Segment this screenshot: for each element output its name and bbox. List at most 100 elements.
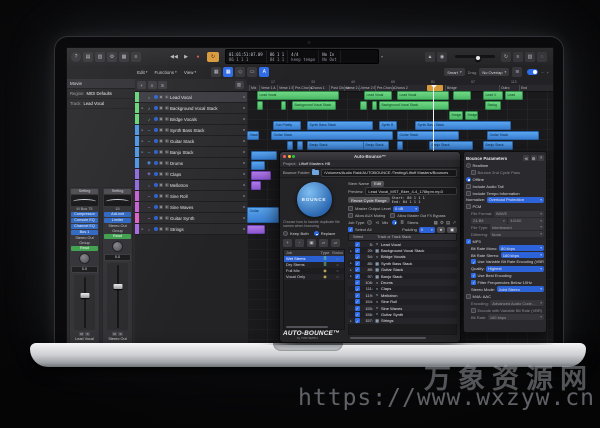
track-mute-button[interactable]: M <box>159 183 163 187</box>
track-header-row[interactable]: ▸ ~ M S Synth Bass Stack <box>135 125 247 136</box>
track-solo-button[interactable]: S <box>164 183 169 187</box>
region[interactable] <box>251 171 271 180</box>
reuse-cycle-range-button[interactable]: Reuse Cycle Range <box>348 197 390 203</box>
mixer-toggle-icon[interactable]: ≡ <box>131 51 141 62</box>
padding-apply-button[interactable]: ▣ <box>447 226 457 233</box>
job-row[interactable]: Full Mix ◉ ○ <box>284 268 344 274</box>
region[interactable]: Synth B <box>379 121 397 130</box>
plugin-slot[interactable]: Compressor <box>71 212 98 217</box>
param-checkbox[interactable] <box>471 280 476 285</box>
automation-icon[interactable]: A <box>259 67 270 77</box>
param-checkbox[interactable] <box>466 190 471 196</box>
rewind-icon[interactable]: ◀◀ <box>169 52 179 62</box>
track-mute-button[interactable]: M <box>159 139 163 143</box>
region[interactable]: Guitar Stack <box>271 131 393 140</box>
folder-icon[interactable] <box>312 168 320 175</box>
param-select[interactable]: 24-Bit ▾ <box>471 217 507 224</box>
bounce-track-row[interactable]: ▸89:▦Guitar Stack <box>348 266 457 273</box>
track-solo-button[interactable]: S <box>164 216 169 220</box>
menu-edit[interactable]: Edit ▾ <box>137 70 148 75</box>
job-row[interactable]: Wet Stems ≣ ○ <box>284 255 344 262</box>
param-checkbox[interactable] <box>466 204 471 210</box>
lcd-chevron-icon[interactable]: ▾ <box>379 54 385 59</box>
bounce-track-checkbox[interactable] <box>354 305 360 311</box>
lcd-value[interactable]: No Out <box>322 57 336 62</box>
track-sort-icon[interactable]: ▥ <box>234 81 244 89</box>
padding-stepper[interactable]: 0 ▾ <box>418 226 435 233</box>
automation-mode-button[interactable]: Read <box>104 234 131 239</box>
replace-radio[interactable] <box>313 231 319 237</box>
input-monitor-icon[interactable] <box>153 139 158 143</box>
track-mute-button[interactable]: M <box>159 205 163 209</box>
bounce-track-row[interactable]: 155:≈Sine Waves <box>348 304 457 312</box>
lcd-section-2[interactable]: 4/4 keep tempo <box>288 50 320 63</box>
strip-group-label[interactable]: Group <box>71 241 98 245</box>
region[interactable] <box>251 151 277 160</box>
job-row[interactable]: Dry Stems ≣ ○ <box>284 261 344 268</box>
track-header-row[interactable]: ◈ M S Claps <box>135 169 247 180</box>
strip-group-label[interactable]: Group <box>104 229 131 233</box>
toolbox-icon[interactable]: ⚙ <box>107 51 117 62</box>
input-monitor-icon[interactable] <box>153 216 158 220</box>
track-header-row[interactable]: ▸ ~ M S Guitar Stack <box>135 136 247 147</box>
job-list-scrollbar[interactable] <box>286 325 328 328</box>
bounce-track-row[interactable]: 106:≈Drums <box>348 279 457 286</box>
track-mute-button[interactable]: M <box>159 106 163 110</box>
smart-controls-icon[interactable]: ▦ <box>119 51 129 62</box>
region[interactable] <box>397 141 403 150</box>
bounce-track-checkbox[interactable] <box>354 254 360 260</box>
region[interactable]: Synth Bass Stack <box>415 121 511 130</box>
track-header-row[interactable]: ◉ M S Drums <box>135 158 247 169</box>
param-select[interactable]: Highest ▾ <box>486 265 544 272</box>
track-mute-button[interactable]: M <box>159 194 163 198</box>
bounce-track-checkbox[interactable] <box>354 318 360 324</box>
lcd-display[interactable]: 01:01:51:07.09 86 1 1 1 86 1 1 84 1 1 4/4 kee… <box>225 49 379 64</box>
track-mute-button[interactable]: M <box>159 128 163 132</box>
strip-output-label[interactable]: Stereo Out <box>104 224 131 228</box>
region[interactable]: Bridge V <box>449 111 463 120</box>
master-level-select[interactable]: 0 dB ▾ <box>393 205 420 212</box>
input-monitor-icon[interactable] <box>153 194 158 198</box>
metronome-icon[interactable]: ▲ <box>425 51 435 62</box>
edit-stem-name-button[interactable]: Edit <box>371 180 385 187</box>
section-marker[interactable]: Mix <box>249 85 256 91</box>
track-header-row[interactable]: ~ M S Sine Waves <box>135 202 247 213</box>
bounce-track-checkbox[interactable] <box>354 273 360 279</box>
list-editors-icon[interactable]: ≡ <box>513 51 523 62</box>
region[interactable] <box>251 181 261 190</box>
bounce-track-row[interactable]: 111:≈Claps <box>348 285 457 293</box>
eq-thumbnail[interactable] <box>71 195 98 206</box>
bounce-track-checkbox[interactable] <box>354 280 360 285</box>
master-output-level-checkbox[interactable] <box>348 206 353 211</box>
region[interactable]: Stack <box>247 131 259 140</box>
region[interactable]: Background Vocal Stack <box>292 101 336 110</box>
strip-output-label[interactable]: Stereo Out <box>71 236 98 240</box>
track-mute-button[interactable]: M <box>159 95 163 99</box>
param-select[interactable]: Joint Stereo ▾ <box>496 286 544 293</box>
route-icon[interactable]: ↗ <box>452 220 456 226</box>
track-header-row[interactable]: ♪ M S Bridge Vocals <box>135 114 247 125</box>
search-icon[interactable]: ◌ <box>537 51 547 62</box>
bounce-folder-path[interactable]: /Volumes/Audio Raid/AUTOBOUNCE /Testing/… <box>321 168 457 177</box>
param-checkbox[interactable] <box>471 259 476 265</box>
region[interactable]: Bridge V <box>465 111 478 120</box>
bounce-track-row[interactable]: 154:≈Sine Roll <box>348 298 457 305</box>
param-select[interactable]: Advanced Audio Code... ▾ <box>490 300 544 307</box>
region[interactable]: Lead Vocal <box>397 91 449 100</box>
region[interactable]: Synth Bass Stack <box>307 121 373 130</box>
marquee-tool-icon[interactable]: ▭ <box>247 67 258 77</box>
region[interactable] <box>453 91 471 100</box>
job-type-mix-radio[interactable] <box>367 220 373 225</box>
region[interactable]: Background Vocal Stack <box>379 101 449 110</box>
input-monitor-icon[interactable] <box>153 95 158 99</box>
strip-io-label[interactable]: M Bus 75 <box>71 207 98 211</box>
param-checkbox[interactable] <box>471 307 476 313</box>
bounce-table-scrollbar[interactable] <box>350 337 427 339</box>
input-monitor-icon[interactable] <box>153 128 158 132</box>
lcd-value[interactable]: 86 1 1 1 <box>229 57 263 62</box>
track-solo-button[interactable]: S <box>164 205 169 209</box>
menu-view[interactable]: View ▾ <box>184 70 196 75</box>
param-checkbox[interactable] <box>466 183 471 189</box>
pan-knob[interactable] <box>79 253 90 264</box>
job-type-stems-radio[interactable] <box>392 220 398 225</box>
